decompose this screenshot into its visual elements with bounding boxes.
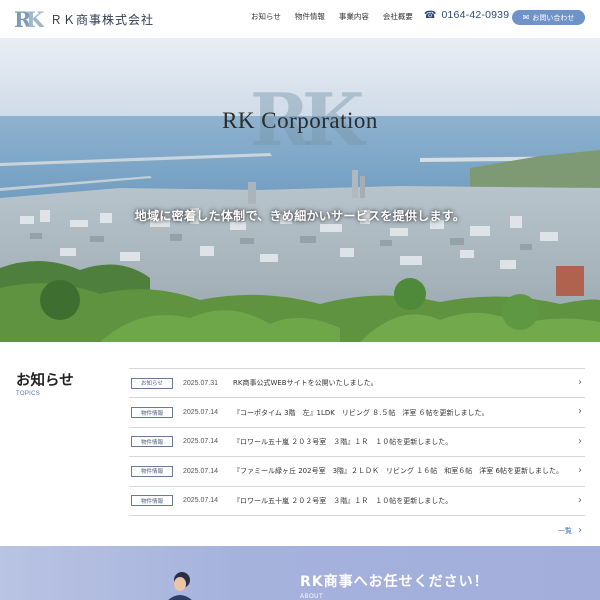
chevron-right-icon: › <box>578 494 582 506</box>
news-section: お知らせ TOPICS お知らせ 2025.07.31 RK商事公式WEBサイト… <box>0 342 600 546</box>
news-date: 2025.07.14 <box>183 438 219 446</box>
nav-company[interactable]: 会社概要 <box>383 11 413 22</box>
phone-link[interactable]: ☎ 0164-42-0939 <box>424 9 509 21</box>
about-subtitle: ABOUT <box>300 594 324 600</box>
svg-text:K: K <box>26 8 44 30</box>
person-illustration-icon <box>168 572 192 600</box>
news-title: 『ファミール緑ヶ丘 202号室 3階』２ＬＤＫ リビング １６帖 和室６帖 洋室… <box>233 467 563 476</box>
logo-mark-icon: R K <box>14 8 44 30</box>
company-name: ＲＫ商事株式会社 <box>50 12 155 27</box>
about-title: RK商事へお任せください！ <box>300 574 489 590</box>
news-date: 2025.07.14 <box>183 467 219 475</box>
news-heading: お知らせ <box>16 373 74 389</box>
news-item[interactable]: お知らせ 2025.07.31 RK商事公式WEBサイトを公開いたしました。 › <box>129 369 585 399</box>
chevron-right-icon: › <box>578 435 582 447</box>
news-title: 『コーポタイム 3階 左』1LDK リビング ８.５帖 洋室 ６帖を更新しました… <box>233 408 489 417</box>
news-more-label: 一覧 <box>558 526 572 535</box>
contact-button[interactable]: ✉ お問い合わせ <box>512 10 585 25</box>
chevron-right-icon: › <box>578 525 582 536</box>
news-title: RK商事公式WEBサイトを公開いたしました。 <box>233 379 378 388</box>
main-nav: お知らせ 物件情報 事業内容 会社概要 <box>251 11 427 22</box>
news-list: お知らせ 2025.07.31 RK商事公式WEBサイトを公開いたしました。 ›… <box>129 368 585 516</box>
news-tag: 物件情報 <box>131 407 173 419</box>
news-item[interactable]: 物件情報 2025.07.14 『ロワール五十嵐 ２０３号室 ３階』１Ｒ １０帖… <box>129 428 585 458</box>
site-logo[interactable]: R K ＲＫ商事株式会社 <box>14 8 154 30</box>
news-item[interactable]: 物件情報 2025.07.14 『ファミール緑ヶ丘 202号室 3階』２ＬＤＫ … <box>129 457 585 487</box>
contact-button-label: お問い合わせ <box>532 13 575 22</box>
news-item[interactable]: 物件情報 2025.07.14 『ロワール五十嵐 ２０２号室 ３階』１Ｒ １０帖… <box>129 487 585 516</box>
mail-icon: ✉ <box>522 13 530 22</box>
news-date: 2025.07.14 <box>183 497 219 505</box>
news-tag: 物件情報 <box>131 436 173 448</box>
news-date: 2025.07.31 <box>183 379 219 387</box>
nav-news[interactable]: お知らせ <box>251 11 281 22</box>
chevron-right-icon: › <box>578 377 582 388</box>
site-header: R K ＲＫ商事株式会社 お知らせ 物件情報 事業内容 会社概要 ☎ 0164-… <box>0 0 600 38</box>
nav-business[interactable]: 事業内容 <box>339 11 369 22</box>
phone-number: 0164-42-0939 <box>441 9 510 21</box>
news-item[interactable]: 物件情報 2025.07.14 『コーポタイム 3階 左』1LDK リビング ８… <box>129 398 585 428</box>
chevron-right-icon: › <box>578 406 582 418</box>
hero-title: RK Corporation <box>222 108 378 133</box>
news-more-link[interactable]: 一覧 › <box>558 525 582 536</box>
news-tag: 物件情報 <box>131 465 173 477</box>
phone-icon: ☎ <box>424 9 437 21</box>
hero-tagline: 地域に密着した体制で、きめ細かいサービスを提供します。 <box>134 209 466 223</box>
news-date: 2025.07.14 <box>183 409 219 417</box>
hero-section: RK RK Corporation 地域に密着した体制で、きめ細かいサービスを提… <box>0 38 600 342</box>
news-tag: お知らせ <box>131 377 173 389</box>
news-tag: 物件情報 <box>131 495 173 507</box>
chevron-right-icon: › <box>578 465 582 477</box>
about-section: RK商事へお任せください！ ABOUT <box>0 546 600 600</box>
news-title: 『ロワール五十嵐 ２０２号室 ３階』１Ｒ １０帖を更新しました。 <box>233 496 453 505</box>
news-title: 『ロワール五十嵐 ２０３号室 ３階』１Ｒ １０帖を更新しました。 <box>233 437 453 446</box>
nav-properties[interactable]: 物件情報 <box>295 11 325 22</box>
news-subheading: TOPICS <box>16 391 41 397</box>
